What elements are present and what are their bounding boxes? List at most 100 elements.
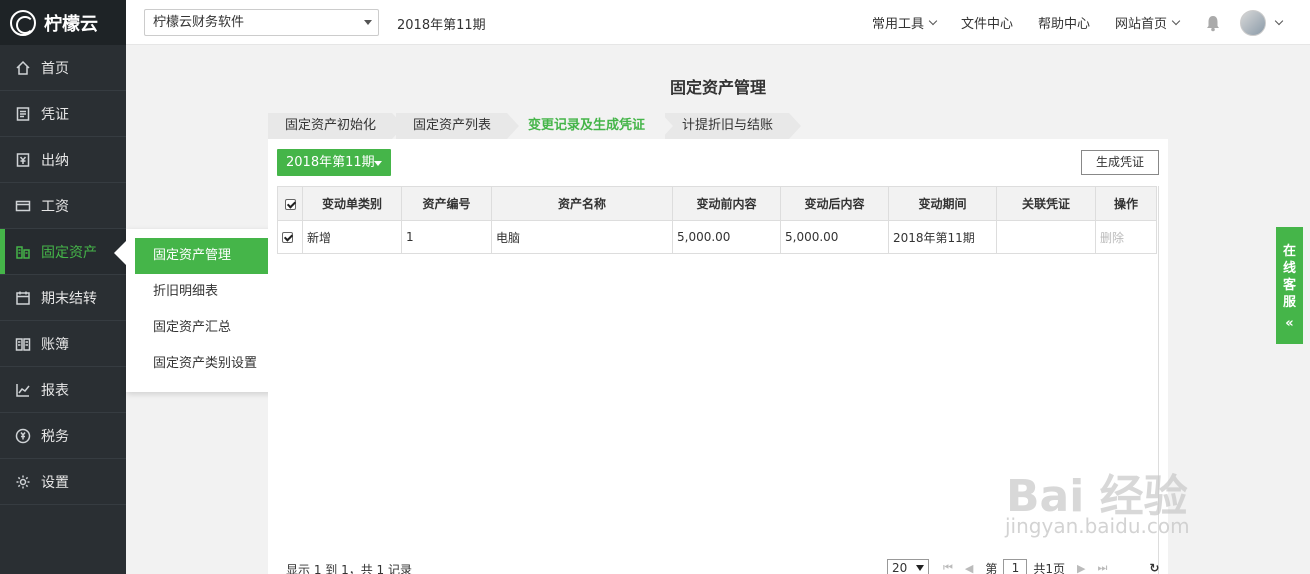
delete-link[interactable]: 删除 [1095,220,1157,254]
sidebar: 柠檬云 首页 凭证 出纳 工资 固定资产 期末结转 账簿 报表 税务 设置 [0,0,126,574]
logo[interactable]: 柠檬云 [0,0,126,45]
records-summary: 显示 1 到 1，共 1 记录 [286,563,412,574]
baidu-watermark-url: jingyan.baidu.com [1005,514,1190,538]
cell-period: 2018年第11期 [888,220,997,254]
column-header: 变动期间 [888,186,997,221]
tab-bar: 固定资产初始化 固定资产列表 变更记录及生成凭证 计提折旧与结账 [268,113,802,139]
sidebar-item-ledger[interactable]: 账簿 [0,321,126,367]
check-icon [282,232,293,243]
online-service-tab[interactable]: 在线客服 « [1276,227,1303,344]
sidebar-item-salary[interactable]: 工资 [0,183,126,229]
caret-down-icon [374,161,382,166]
last-page-icon[interactable]: ⏭ [1098,561,1108,574]
sidebar-item-label: 报表 [41,382,69,399]
tab-asset-init[interactable]: 固定资产初始化 [268,113,405,139]
ledger-icon [15,336,31,352]
home-icon [15,60,31,76]
sidebar-item-label: 设置 [41,474,69,491]
sidebar-item-settings[interactable]: 设置 [0,459,126,505]
submenu-item-asset-management[interactable]: 固定资产管理 [135,238,279,274]
tax-icon [15,428,31,444]
tab-depreciation-closing[interactable]: 计提折旧与结账 [665,113,802,139]
column-header: 变动前内容 [672,186,781,221]
period-dropdown-label: 2018年第11期 [286,155,375,170]
prev-page-icon[interactable]: ◀ [965,562,973,574]
page-size-select[interactable]: 20 [887,559,929,574]
tab-asset-list[interactable]: 固定资产列表 [396,113,520,139]
select-all-checkbox[interactable] [277,186,303,221]
sidebar-item-label: 出纳 [41,152,69,169]
page-total: 共1页 [1033,561,1066,574]
common-tools-menu[interactable]: 常用工具 [871,13,938,32]
cell-before: 5,000.00 [672,220,781,254]
page-number-input[interactable]: 1 [1003,559,1028,574]
page-size-value: 20 [892,561,908,574]
column-header: 资产名称 [491,186,673,221]
sidebar-item-label: 凭证 [41,106,69,123]
top-nav: 常用工具 文件中心 帮助中心 网站首页 [872,0,1310,45]
sidebar-item-label: 固定资产 [41,244,97,261]
row-checkbox[interactable] [277,220,303,254]
table-row: 新增 1 电脑 5,000.00 5,000.00 2018年第11期 删除 [277,220,1157,254]
first-page-icon[interactable]: ⏮ [943,561,953,574]
chevron-down-icon [1171,16,1181,25]
sidebar-item-label: 账簿 [41,336,69,353]
cell-change-type: 新增 [302,220,402,254]
tab-change-records[interactable]: 变更记录及生成凭证 [511,113,674,139]
refresh-icon[interactable]: ↻ [1149,561,1159,574]
cell-voucher [996,220,1096,254]
period-close-icon [15,290,31,306]
website-home-menu[interactable]: 网站首页 [1114,13,1181,32]
avatar[interactable] [1240,9,1266,36]
sidebar-item-period-close[interactable]: 期末结转 [0,275,126,321]
sidebar-item-report[interactable]: 报表 [0,367,126,413]
report-icon [15,382,31,398]
cell-asset-name: 电脑 [491,220,673,254]
table-header-row: 变动单类别 资产编号 资产名称 变动前内容 变动后内容 变动期间 关联凭证 操作 [277,186,1157,221]
double-chevron-left-icon: « [1285,316,1294,331]
current-period: 2018年第11期 [397,18,486,33]
chevron-down-icon [928,16,938,25]
sidebar-item-label: 首页 [41,60,69,77]
sidebar-item-cashier[interactable]: 出纳 [0,137,126,183]
column-header: 变动后内容 [780,186,889,221]
check-icon [284,198,296,210]
cell-asset-code: 1 [401,220,492,254]
page-prefix: 第 [985,561,998,574]
caret-down-icon [364,20,372,25]
sidebar-item-home[interactable]: 首页 [0,45,126,91]
voucher-icon [15,106,31,122]
sidebar-item-label: 税务 [41,428,69,445]
column-header: 变动单类别 [302,186,402,221]
cell-after: 5,000.00 [780,220,889,254]
page-title: 固定资产管理 [670,78,767,97]
submenu-item-category-settings[interactable]: 固定资产类别设置 [135,346,279,382]
column-header: 关联凭证 [996,186,1096,221]
next-page-icon[interactable]: ▶ [1077,562,1085,574]
sidebar-item-label: 期末结转 [41,290,97,307]
help-center-link[interactable]: 帮助中心 [1038,13,1090,32]
salary-icon [15,198,31,214]
sidebar-item-tax[interactable]: 税务 [0,413,126,459]
help-center-label: 帮助中心 [1037,17,1090,32]
sidebar-item-voucher[interactable]: 凭证 [0,91,126,137]
online-service-label: 在线客服 [1283,244,1297,310]
pagination: 20 ⏮ ◀ 第 1 共1页 ▶ ⏭ ↻ [887,559,1159,574]
cashier-icon [15,152,31,168]
fixed-assets-submenu: 固定资产管理 折旧明细表 固定资产汇总 固定资产类别设置 [114,229,280,392]
column-header: 资产编号 [401,186,492,221]
common-tools-label: 常用工具 [871,17,924,32]
period-dropdown-button[interactable]: 2018年第11期 [277,149,391,176]
file-center-link[interactable]: 文件中心 [961,13,1013,32]
chevron-down-icon[interactable] [1274,16,1284,25]
website-home-label: 网站首页 [1114,17,1167,32]
submenu-item-asset-summary[interactable]: 固定资产汇总 [135,310,279,346]
company-select-value: 柠檬云财务软件 [153,15,245,30]
top-bar: 柠檬云财务软件 2018年第11期 常用工具 文件中心 帮助中心 网站首页 [126,0,1310,45]
company-select[interactable]: 柠檬云财务软件 [144,9,379,36]
lemon-logo-icon [10,9,36,36]
submenu-item-depreciation-detail[interactable]: 折旧明细表 [135,274,279,310]
sidebar-item-fixed-assets[interactable]: 固定资产 [0,229,126,275]
bell-icon[interactable] [1204,14,1222,32]
generate-voucher-button[interactable]: 生成凭证 [1081,150,1159,175]
